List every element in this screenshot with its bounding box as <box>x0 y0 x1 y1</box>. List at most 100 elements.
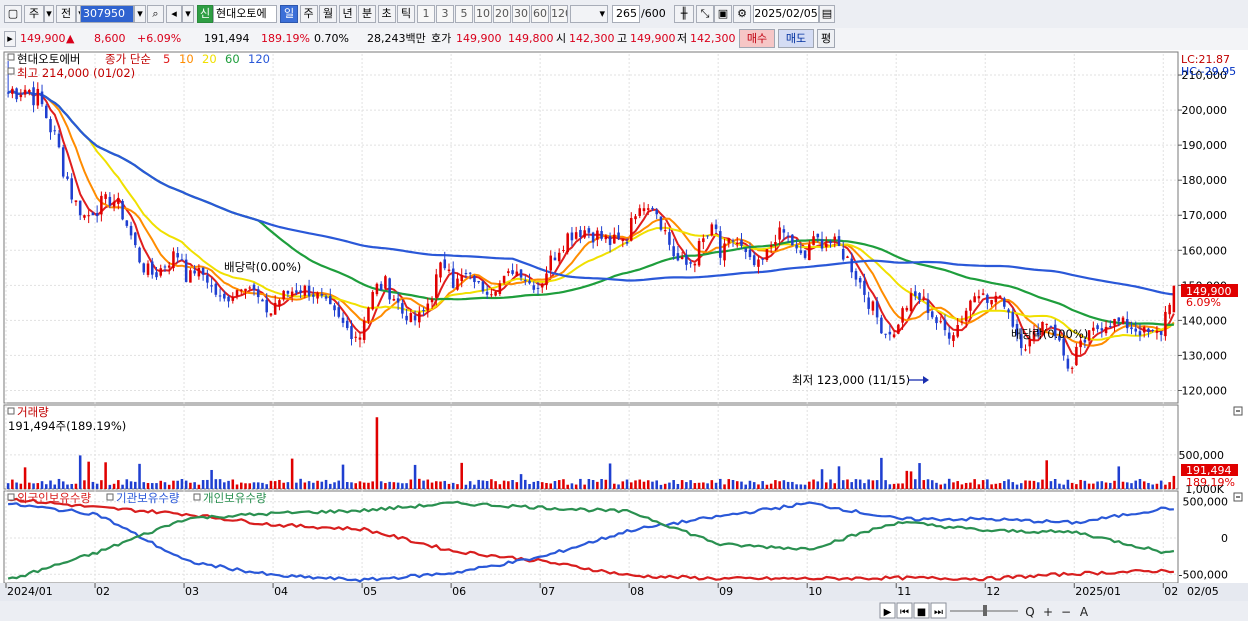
search-icon[interactable]: ⌕ <box>147 5 164 23</box>
candle-body <box>435 274 438 298</box>
tab-period-6[interactable]: 틱 <box>397 5 415 23</box>
candle-body <box>1075 346 1078 366</box>
volume-value: 191,494 <box>204 32 250 45</box>
candle-body <box>23 89 27 95</box>
tab-interval-0[interactable]: 1 <box>417 5 435 23</box>
tab-interval-2[interactable]: 5 <box>455 5 473 23</box>
volume-bar <box>621 481 625 489</box>
gear-icon[interactable]: ⚙ <box>733 5 751 23</box>
tab-interval-7[interactable]: 120 <box>550 5 568 23</box>
volume-bar <box>892 483 896 489</box>
tab-interval-4[interactable]: 20 <box>493 5 511 23</box>
volume-bar <box>74 483 78 489</box>
tab-period-3[interactable]: 년 <box>338 5 357 23</box>
candle-body <box>413 315 417 321</box>
chevron-down-icon[interactable]: ▾ <box>44 5 54 23</box>
candle-body <box>693 263 697 266</box>
tab-period-4[interactable]: 분 <box>358 5 376 23</box>
stock-name[interactable]: 현대오토에 <box>213 5 277 23</box>
candle-body <box>78 200 82 216</box>
candle-body <box>409 313 413 322</box>
expand-icon[interactable]: ▸ <box>4 31 16 47</box>
volume-bar <box>1113 480 1116 489</box>
candle-body <box>350 326 353 340</box>
holding-legend-0: 외국인보유수량 <box>17 491 91 505</box>
candle-body <box>1172 285 1176 313</box>
candle-body <box>57 133 61 148</box>
volume-bar <box>875 480 879 489</box>
candle-body <box>659 216 663 230</box>
tab-period-0[interactable]: 일 <box>280 5 298 23</box>
eval-button[interactable]: 평 <box>817 29 835 48</box>
candle-body <box>269 313 273 316</box>
tab-interval-5[interactable]: 30 <box>512 5 530 23</box>
interval-dropdown[interactable]: ▾ <box>570 5 608 23</box>
count-input[interactable]: 265 <box>612 5 640 23</box>
volume-bar <box>23 467 27 489</box>
prev-button[interactable]: 전 <box>56 5 76 23</box>
chevron-down-icon[interactable]: ▾ <box>182 5 194 23</box>
tab-period-2[interactable]: 월 <box>319 5 337 23</box>
candle-body <box>189 270 192 283</box>
draw-icon[interactable]: ⤡ <box>696 5 714 23</box>
volume-bar <box>435 481 438 489</box>
candle-body <box>176 253 179 258</box>
volume-bar <box>358 481 362 489</box>
candle-body <box>464 273 468 275</box>
candle-icon[interactable]: ╫ <box>674 5 694 23</box>
tab-period-1[interactable]: 주 <box>299 5 318 23</box>
candle-body <box>672 246 675 257</box>
candle-body <box>1134 328 1137 332</box>
tab-interval-1[interactable]: 3 <box>436 5 454 23</box>
candle-body <box>837 236 841 246</box>
chevron-down-icon[interactable]: ▾ <box>134 5 146 23</box>
volume-bar <box>1100 481 1104 489</box>
type-select[interactable]: 주 <box>24 5 44 23</box>
volume-bar <box>384 483 387 489</box>
candle-body <box>172 251 175 269</box>
speaker-icon[interactable]: ◂ <box>166 5 182 23</box>
candle-body <box>61 147 65 177</box>
stock-code-input[interactable]: 307950 <box>80 5 134 23</box>
volume-bar <box>952 482 955 489</box>
tab-interval-3[interactable]: 10 <box>474 5 492 23</box>
candle-body <box>634 216 637 220</box>
volume-bar <box>15 482 18 489</box>
hoga-label: 호가 <box>431 32 452 45</box>
calendar-icon[interactable]: ▤ <box>819 5 835 23</box>
buy-button[interactable]: 매수 <box>739 29 775 48</box>
stock-chart[interactable]: 210,000200,000190,000180,000170,000160,0… <box>0 50 1248 621</box>
candle-body <box>922 296 926 298</box>
candle-body <box>748 249 752 258</box>
candle-body <box>1070 367 1074 369</box>
candle-body <box>786 235 790 237</box>
candle-body <box>867 297 870 309</box>
month-label: 2024/01 <box>7 585 53 598</box>
zoom-slider-handle[interactable] <box>983 605 987 616</box>
price-tick-label: 120,000 <box>1182 384 1228 397</box>
volume-bar <box>1058 483 1061 489</box>
window-icon[interactable]: ▢ <box>4 5 22 23</box>
sell-button[interactable]: 매도 <box>778 29 814 48</box>
ma-legend-120: 120 <box>248 52 270 66</box>
candle-body <box>299 290 302 293</box>
candle-body <box>502 275 506 283</box>
candle-body <box>108 196 112 206</box>
volume-bar <box>392 482 396 489</box>
volume-bar <box>320 481 324 489</box>
volume-bar <box>557 480 561 489</box>
volume-bar <box>524 479 527 489</box>
candle-body <box>625 241 629 244</box>
candle-body <box>201 267 205 275</box>
volume-bar <box>540 482 544 489</box>
tab-interval-6[interactable]: 60 <box>531 5 549 23</box>
volume-bar <box>935 482 938 489</box>
save-icon[interactable]: ▣ <box>714 5 732 23</box>
up-arrow-icon: ▲ <box>66 32 75 45</box>
volume-bar <box>659 484 663 489</box>
candle-body <box>405 315 408 321</box>
volume-bar <box>45 484 48 489</box>
tab-period-5[interactable]: 초 <box>377 5 396 23</box>
volume-bar <box>897 483 900 489</box>
date-input[interactable]: 2025/02/05 <box>753 5 819 23</box>
